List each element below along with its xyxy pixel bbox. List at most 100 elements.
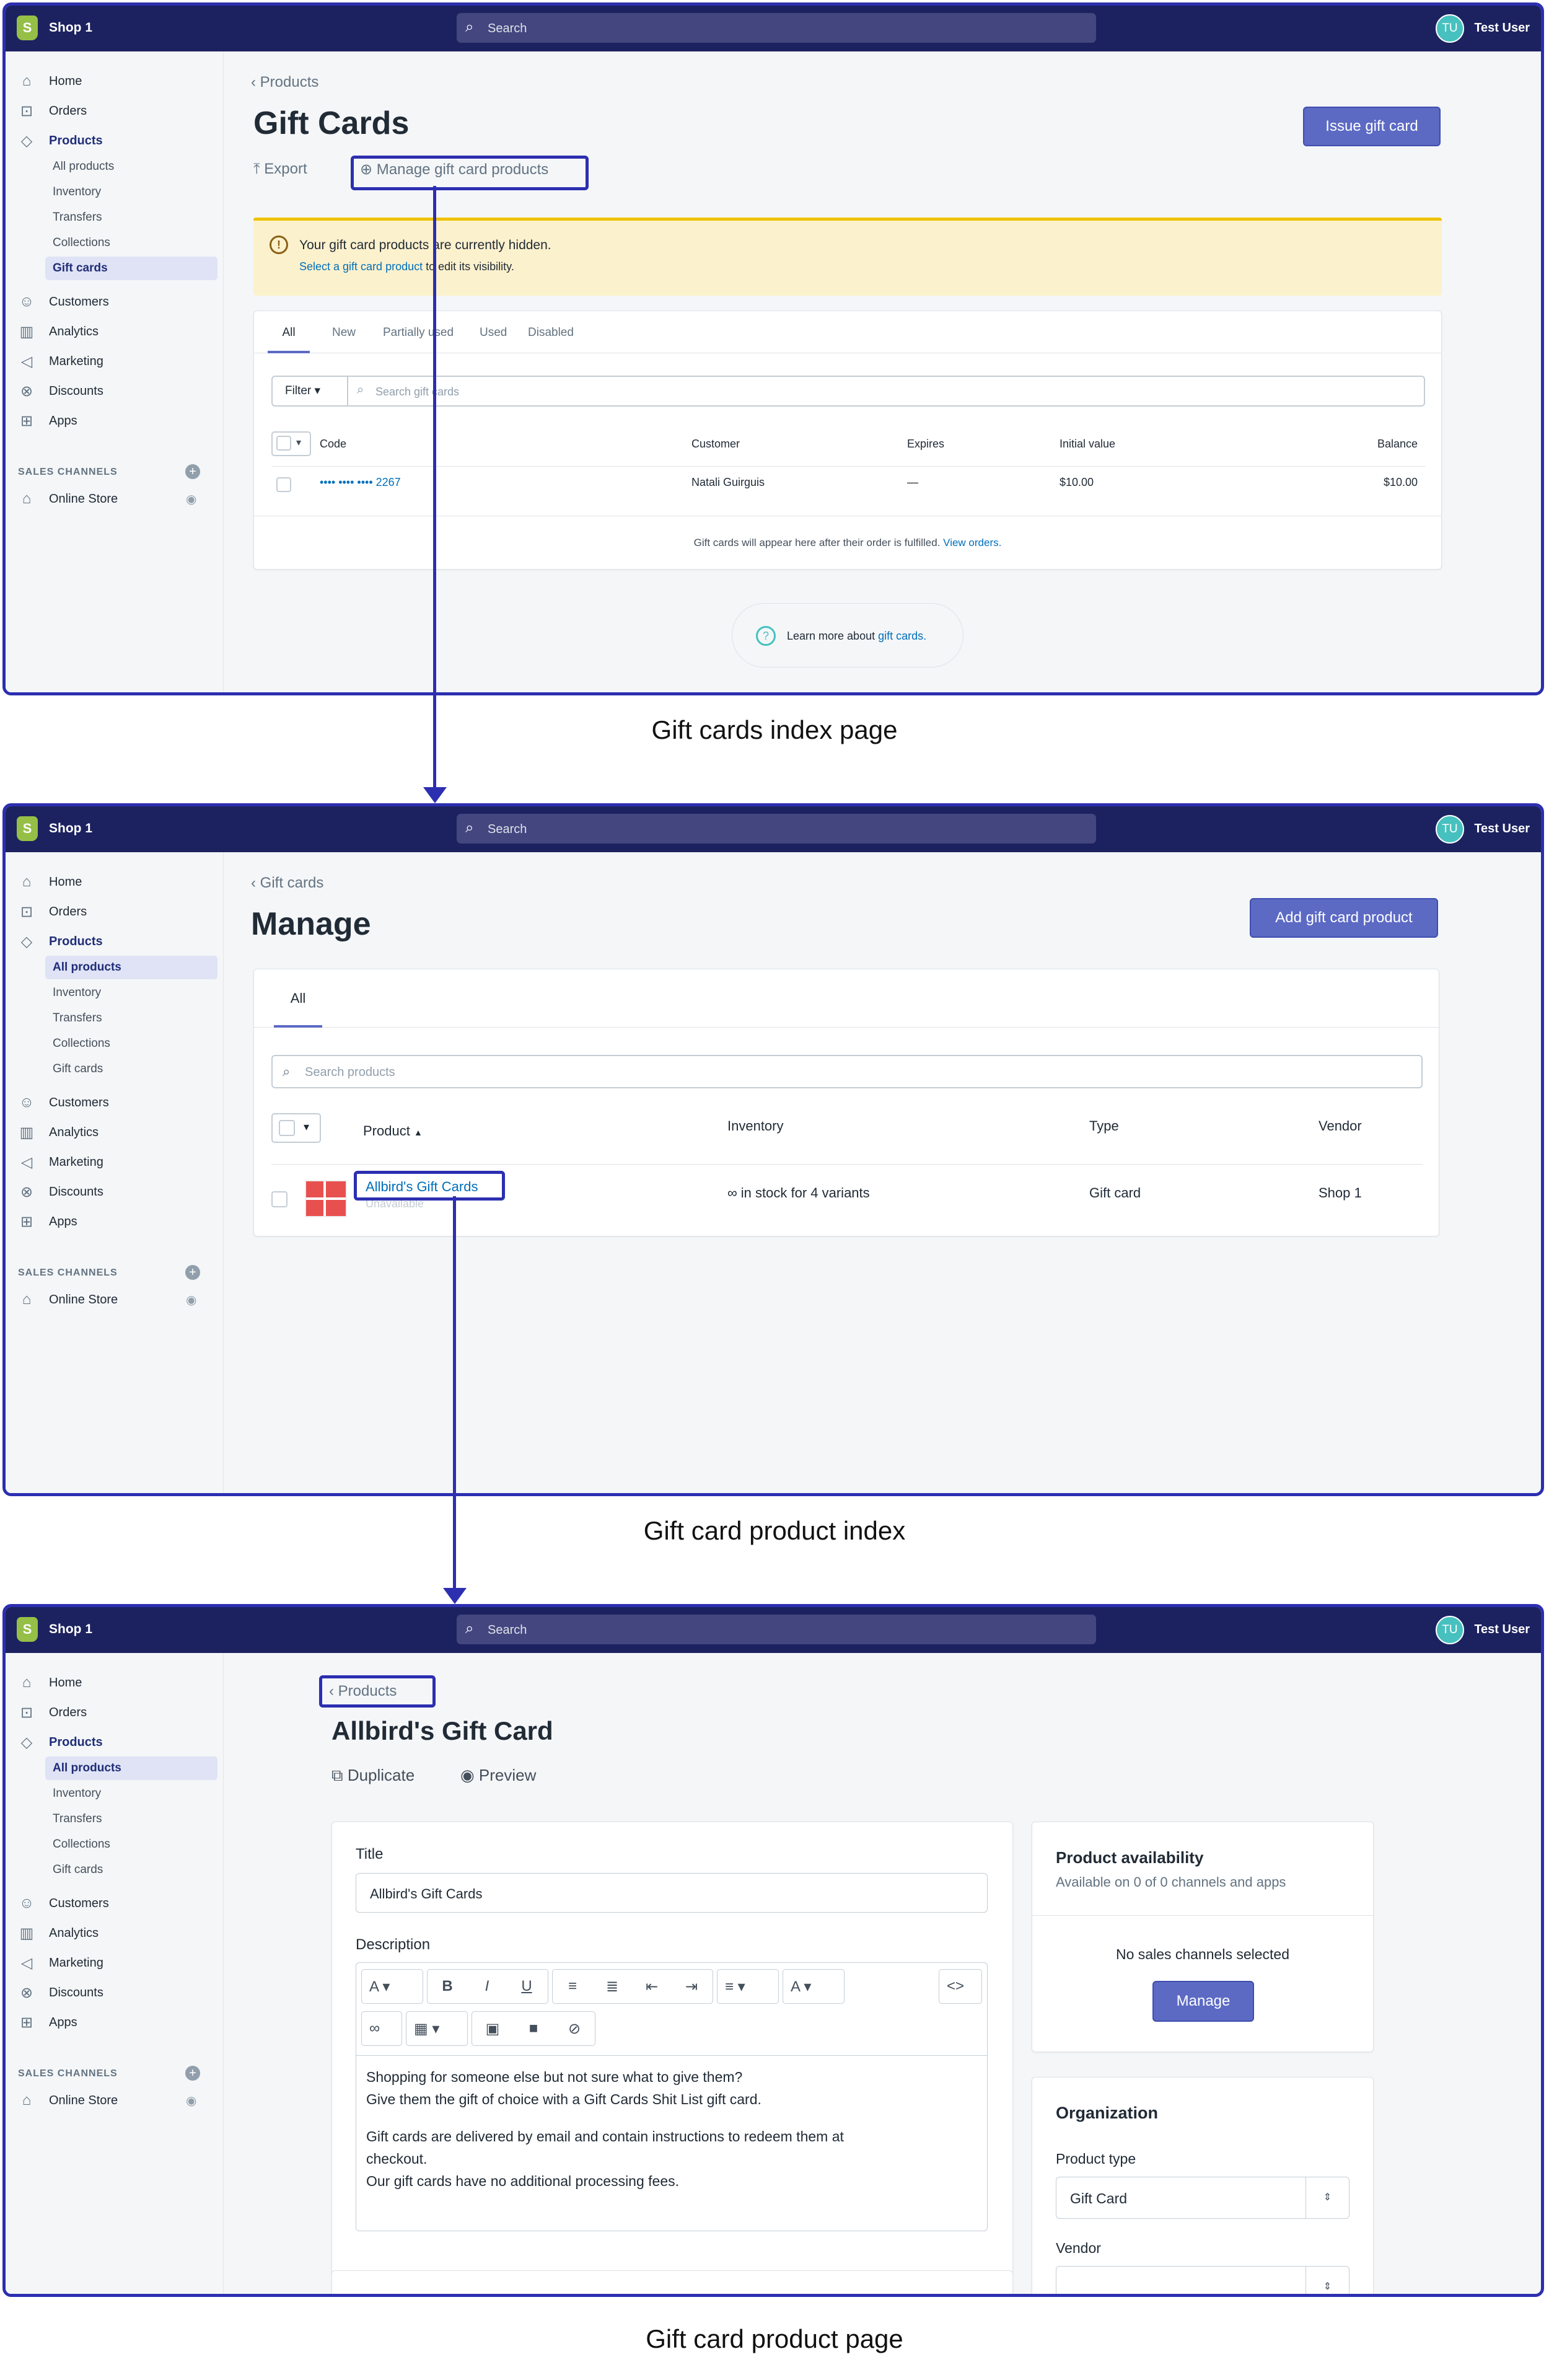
eye-icon[interactable]: ◉ [186, 1292, 196, 1308]
sidebar-item-marketing[interactable]: ◁ Marketing [15, 1950, 217, 1975]
image-icon[interactable]: ▣ [472, 2020, 513, 2038]
avatar[interactable]: TU [1436, 1616, 1464, 1644]
column-product[interactable]: Product ▲ [363, 1123, 423, 1139]
sidebar-item-products[interactable]: ◇ Products [15, 1730, 217, 1755]
sidebar-sub-inventory[interactable]: Inventory [45, 1782, 217, 1805]
manage-channels-button[interactable]: Manage [1152, 1981, 1254, 2022]
sidebar-item-marketing[interactable]: ◁ Marketing [15, 1150, 217, 1175]
sidebar-item-marketing[interactable]: ◁ Marketing [15, 349, 217, 374]
sidebar-item-customers[interactable]: ☺ Customers [15, 289, 217, 314]
bold-icon[interactable]: B [428, 1978, 467, 1995]
duplicate-action[interactable]: ⧉ Duplicate [331, 1766, 415, 1786]
sidebar-sub-all-products[interactable]: All products [45, 956, 217, 979]
sidebar-sub-transfers[interactable]: Transfers [45, 1807, 217, 1831]
video-icon[interactable]: ■ [513, 2020, 554, 2037]
eye-icon[interactable]: ◉ [186, 491, 196, 507]
user-name[interactable]: Test User [1474, 21, 1530, 35]
search-bar[interactable]: ⌕ Search [457, 1615, 1096, 1644]
sidebar-item-orders[interactable]: ⊡ Orders [15, 1700, 217, 1725]
sidebar-item-discounts[interactable]: ⊗ Discounts [15, 379, 217, 403]
tab-partially-used[interactable]: Partially used [383, 326, 454, 340]
search-bar[interactable]: ⌕ Search [457, 814, 1096, 844]
sidebar-sub-gift-cards[interactable]: Gift cards [45, 1057, 217, 1081]
checkbox[interactable] [276, 436, 291, 451]
sidebar-sub-collections[interactable]: Collections [45, 1833, 217, 1856]
sidebar-item-customers[interactable]: ☺ Customers [15, 1891, 217, 1916]
sidebar-sub-all-products[interactable]: All products [45, 155, 217, 178]
row-checkbox[interactable] [271, 1191, 287, 1207]
filter-button[interactable]: Filter ▾ [271, 376, 348, 407]
avatar[interactable]: TU [1436, 815, 1464, 844]
search-products-input[interactable]: ⌕ Search products [271, 1055, 1423, 1088]
title-input[interactable]: Allbird's Gift Cards [356, 1873, 988, 1913]
export-action[interactable]: ⤒ Export [253, 161, 307, 178]
sidebar-sub-inventory[interactable]: Inventory [45, 981, 217, 1005]
sidebar-item-apps[interactable]: ⊞ Apps [15, 408, 217, 433]
sidebar-item-analytics[interactable]: ▥ Analytics [15, 319, 217, 344]
preview-action[interactable]: ◉ Preview [460, 1766, 536, 1785]
sidebar-sub-all-products[interactable]: All products [45, 1756, 217, 1780]
view-orders-link[interactable]: View orders. [943, 537, 1001, 549]
bulk-select-checkbox[interactable]: ▾ [271, 431, 311, 456]
user-name[interactable]: Test User [1474, 822, 1530, 836]
add-channel-icon[interactable]: + [185, 1265, 200, 1280]
tab-used[interactable]: Used [480, 326, 507, 340]
add-channel-icon[interactable]: + [185, 2066, 200, 2081]
row-checkbox[interactable] [276, 477, 291, 492]
tab-disabled[interactable]: Disabled [528, 326, 574, 340]
description-editor[interactable]: Shopping for someone else but not sure w… [356, 2055, 988, 2231]
checkbox[interactable] [279, 1120, 295, 1136]
sidebar-item-products[interactable]: ◇ Products [15, 128, 217, 153]
html-button[interactable]: <> [939, 1969, 982, 2004]
breadcrumb-back[interactable]: ‹ Products [251, 74, 318, 91]
sidebar-item-discounts[interactable]: ⊗ Discounts [15, 1980, 217, 2005]
sidebar-item-home[interactable]: ⌂ Home [15, 870, 217, 894]
sidebar-item-orders[interactable]: ⊡ Orders [15, 899, 217, 924]
shopify-logo-icon[interactable]: S [17, 15, 38, 40]
sidebar-item-analytics[interactable]: ▥ Analytics [15, 1921, 217, 1946]
sidebar-item-customers[interactable]: ☺ Customers [15, 1090, 217, 1115]
breadcrumb-back[interactable]: ‹ Gift cards [251, 875, 323, 892]
shop-name[interactable]: Shop 1 [49, 1622, 92, 1637]
eye-icon[interactable]: ◉ [186, 2093, 196, 2109]
add-channel-icon[interactable]: + [185, 464, 200, 479]
sidebar-sub-collections[interactable]: Collections [45, 1032, 217, 1056]
tab-new[interactable]: New [332, 326, 356, 340]
tab-all[interactable]: All [274, 990, 322, 1028]
search-bar[interactable]: ⌕ Search [457, 13, 1096, 43]
bullet-list-icon[interactable]: ≡ [553, 1978, 592, 1995]
gift-cards-help-link[interactable]: gift cards. [878, 630, 926, 642]
clear-format-icon[interactable]: ⊘ [554, 2020, 595, 2038]
shop-name[interactable]: Shop 1 [49, 821, 92, 836]
tab-all[interactable]: All [268, 326, 310, 353]
link-button[interactable]: ∞ [361, 2011, 402, 2046]
italic-icon[interactable]: I [467, 1978, 507, 1995]
sidebar-item-apps[interactable]: ⊞ Apps [15, 2010, 217, 2035]
sidebar-sub-transfers[interactable]: Transfers [45, 206, 217, 229]
sidebar-item-apps[interactable]: ⊞ Apps [15, 1209, 217, 1234]
numbered-list-icon[interactable]: ≣ [592, 1978, 632, 1996]
gift-card-code[interactable]: •••• •••• •••• 2267 [320, 476, 401, 489]
sidebar-sub-gift-cards[interactable]: Gift cards [45, 1858, 217, 1882]
underline-icon[interactable]: U [507, 1978, 546, 1995]
sidebar-sub-collections[interactable]: Collections [45, 231, 217, 255]
table-menu[interactable]: ▦ ▾ [406, 2011, 468, 2046]
align-menu[interactable]: ≡ ▾ [717, 1969, 779, 2004]
user-name[interactable]: Test User [1474, 1623, 1530, 1637]
sidebar-item-orders[interactable]: ⊡ Orders [15, 99, 217, 123]
indent-icon[interactable]: ⇥ [672, 1978, 711, 1996]
bulk-select-checkbox[interactable]: ▾ [271, 1113, 321, 1143]
outdent-icon[interactable]: ⇤ [632, 1978, 672, 1996]
sidebar-sub-inventory[interactable]: Inventory [45, 180, 217, 204]
sidebar-item-discounts[interactable]: ⊗ Discounts [15, 1179, 217, 1204]
shopify-logo-icon[interactable]: S [17, 816, 38, 841]
shop-name[interactable]: Shop 1 [49, 20, 92, 35]
sidebar-sub-transfers[interactable]: Transfers [45, 1007, 217, 1030]
vendor-select[interactable]: ⇕ [1056, 2266, 1349, 2294]
sidebar-item-home[interactable]: ⌂ Home [15, 1670, 217, 1695]
search-gift-cards-input[interactable]: ⌕ Search gift cards [347, 376, 1425, 407]
sidebar-item-products[interactable]: ◇ Products [15, 929, 217, 954]
sidebar-item-home[interactable]: ⌂ Home [15, 69, 217, 94]
product-type-select[interactable]: Gift Card ⇕ [1056, 2177, 1349, 2219]
shopify-logo-icon[interactable]: S [17, 1617, 38, 1642]
